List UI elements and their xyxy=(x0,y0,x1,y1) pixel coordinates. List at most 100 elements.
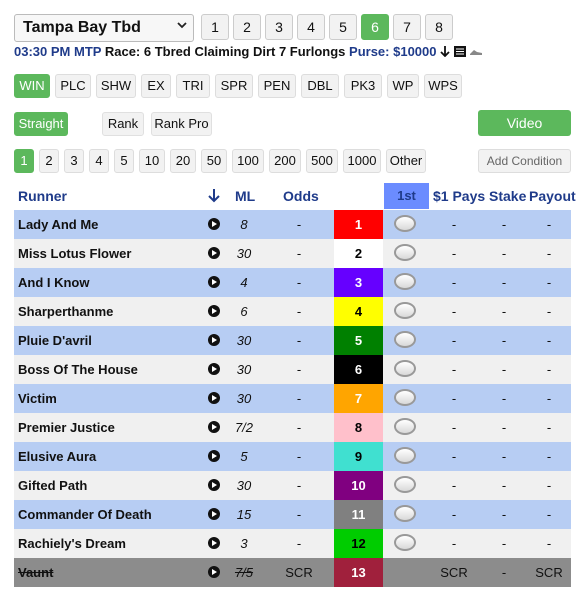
race-button-6[interactable]: 6 xyxy=(361,14,389,40)
pays-value: - xyxy=(451,304,457,319)
play-icon[interactable] xyxy=(208,450,220,462)
bet-type-plc[interactable]: PLC xyxy=(55,74,91,98)
first-select-toggle[interactable] xyxy=(394,302,416,319)
play-icon[interactable] xyxy=(208,218,220,230)
amount-button-20[interactable]: 20 xyxy=(170,149,196,173)
bet-type-wps[interactable]: WPS xyxy=(424,74,462,98)
list-icon[interactable] xyxy=(453,46,466,57)
post-time: 03:30 PM xyxy=(14,44,71,59)
play-icon[interactable] xyxy=(208,276,220,288)
play-icon[interactable] xyxy=(208,392,220,404)
first-select-toggle[interactable] xyxy=(394,215,416,232)
play-icon[interactable] xyxy=(208,508,220,520)
race-button-1[interactable]: 1 xyxy=(201,14,229,40)
video-button[interactable]: Video xyxy=(478,110,571,136)
stake-value: - xyxy=(501,478,507,493)
first-select-toggle[interactable] xyxy=(394,360,416,377)
header-ml[interactable]: ML xyxy=(235,182,255,210)
amount-button-5[interactable]: 5 xyxy=(114,149,134,173)
bet-type-spr[interactable]: SPR xyxy=(215,74,253,98)
play-icon[interactable] xyxy=(208,537,220,549)
table-row: Elusive Aura 5 - 9 - - - xyxy=(14,442,571,471)
first-select-toggle[interactable] xyxy=(394,418,416,435)
amount-button-1000[interactable]: 1000 xyxy=(343,149,381,173)
runner-name[interactable]: Premier Justice xyxy=(18,413,115,442)
race-button-2[interactable]: 2 xyxy=(233,14,261,40)
play-icon[interactable] xyxy=(208,363,220,375)
bet-type-pen[interactable]: PEN xyxy=(258,74,296,98)
runner-name[interactable]: Boss Of The House xyxy=(18,355,138,384)
amount-button-1[interactable]: 1 xyxy=(14,149,34,173)
bet-type-pk3[interactable]: PK3 xyxy=(344,74,382,98)
bet-type-dbl[interactable]: DBL xyxy=(301,74,339,98)
play-icon[interactable] xyxy=(208,305,220,317)
runner-name[interactable]: Miss Lotus Flower xyxy=(18,239,131,268)
runner-name[interactable]: Lady And Me xyxy=(18,210,98,239)
sort-arrow-icon[interactable] xyxy=(206,187,222,203)
stake-value: - xyxy=(501,362,507,377)
play-icon[interactable] xyxy=(208,247,220,259)
amount-button-2[interactable]: 2 xyxy=(39,149,59,173)
add-condition-button[interactable]: Add Condition xyxy=(478,149,571,173)
race-button-3[interactable]: 3 xyxy=(265,14,293,40)
race-button-7[interactable]: 7 xyxy=(393,14,421,40)
header-first[interactable]: 1st xyxy=(384,183,429,209)
amount-button-10[interactable]: 10 xyxy=(139,149,165,173)
first-select-toggle[interactable] xyxy=(394,476,416,493)
race-button-8[interactable]: 8 xyxy=(425,14,453,40)
amount-button-500[interactable]: 500 xyxy=(306,149,338,173)
amount-button-100[interactable]: 100 xyxy=(232,149,264,173)
program-number: 7 xyxy=(334,384,383,413)
runner-name[interactable]: Sharperthanme xyxy=(18,297,113,326)
mtp-label: MTP xyxy=(74,44,102,59)
runner-name[interactable]: Vaunt xyxy=(18,558,53,587)
straight-button[interactable]: Straight xyxy=(14,112,68,136)
header-odds[interactable]: Odds xyxy=(283,182,319,210)
runner-name[interactable]: Victim xyxy=(18,384,57,413)
first-select-toggle[interactable] xyxy=(394,534,416,551)
payout-value: - xyxy=(546,304,552,319)
first-select-toggle[interactable] xyxy=(394,447,416,464)
rank-pro-button[interactable]: Rank Pro xyxy=(151,112,212,136)
sort-down-icon[interactable] xyxy=(440,45,450,58)
header-runner[interactable]: Runner xyxy=(18,182,67,210)
runner-name[interactable]: Gifted Path xyxy=(18,471,87,500)
race-button-4[interactable]: 4 xyxy=(297,14,325,40)
first-select-toggle[interactable] xyxy=(394,331,416,348)
bet-type-tri[interactable]: TRI xyxy=(176,74,210,98)
play-icon[interactable] xyxy=(208,566,220,578)
program-number: 13 xyxy=(334,558,383,587)
first-select-toggle[interactable] xyxy=(394,505,416,522)
bet-type-ex[interactable]: EX xyxy=(141,74,171,98)
play-icon[interactable] xyxy=(208,334,220,346)
runner-name[interactable]: Rachiely's Dream xyxy=(18,529,126,558)
program-number: 3 xyxy=(334,268,383,297)
amount-button-3[interactable]: 3 xyxy=(64,149,84,173)
first-select-toggle[interactable] xyxy=(394,244,416,261)
runner-name[interactable]: Commander Of Death xyxy=(18,500,152,529)
bet-type-wp[interactable]: WP xyxy=(387,74,419,98)
runner-name[interactable]: Elusive Aura xyxy=(18,442,96,471)
track-select[interactable]: Tampa Bay Tbd xyxy=(14,14,194,42)
play-icon[interactable] xyxy=(208,421,220,433)
amount-button-other[interactable]: Other xyxy=(386,149,426,173)
amount-button-50[interactable]: 50 xyxy=(201,149,227,173)
table-row: Commander Of Death 15 - 11 - - - xyxy=(14,500,571,529)
program-number: 6 xyxy=(334,355,383,384)
bet-type-shw[interactable]: SHW xyxy=(96,74,136,98)
rank-button[interactable]: Rank xyxy=(102,112,144,136)
runner-name[interactable]: Pluie D'avril xyxy=(18,326,92,355)
morning-line: 5 xyxy=(240,449,248,464)
table-row: Miss Lotus Flower 30 - 2 - - - xyxy=(14,239,571,268)
first-select-toggle[interactable] xyxy=(394,273,416,290)
amount-button-4[interactable]: 4 xyxy=(89,149,109,173)
play-icon[interactable] xyxy=(208,479,220,491)
program-number: 9 xyxy=(334,442,383,471)
runner-name[interactable]: And I Know xyxy=(18,268,90,297)
stake-value: - xyxy=(501,246,507,261)
amount-button-200[interactable]: 200 xyxy=(269,149,301,173)
bet-type-win[interactable]: WIN xyxy=(14,74,50,98)
first-select-toggle[interactable] xyxy=(394,389,416,406)
race-number: Race: 6 xyxy=(104,44,152,59)
race-button-5[interactable]: 5 xyxy=(329,14,357,40)
